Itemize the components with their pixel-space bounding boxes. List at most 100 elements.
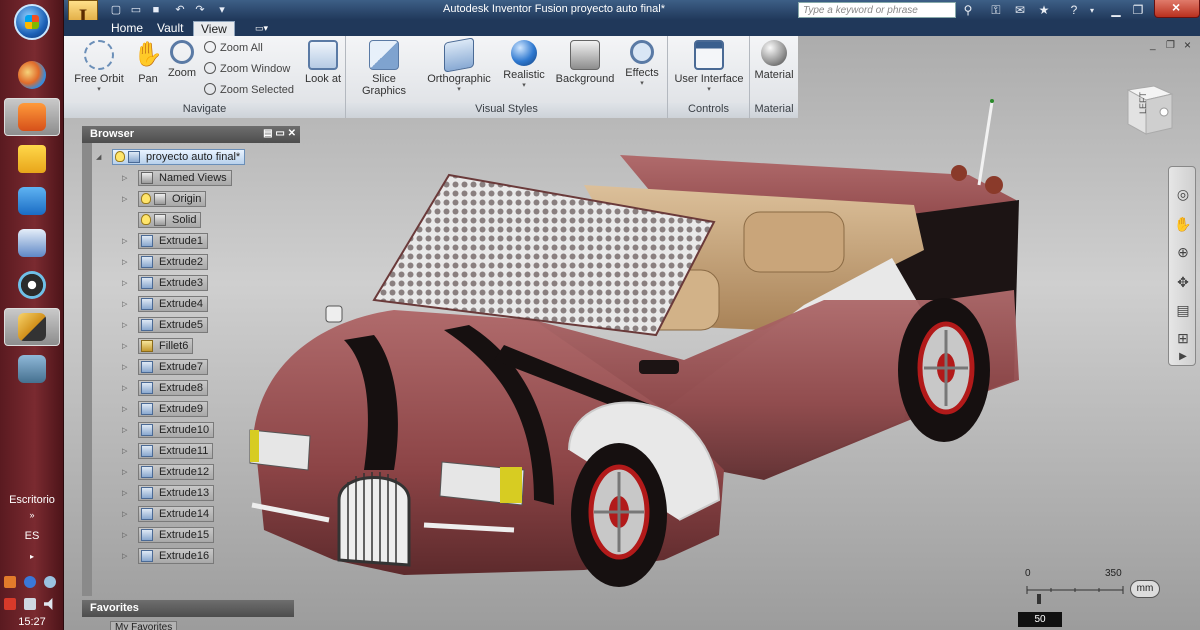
undo-icon[interactable]: ↶ — [172, 2, 188, 17]
tree-row[interactable]: ▷ Extrude14 — [122, 505, 215, 522]
tree-node[interactable]: Extrude8 — [138, 379, 209, 396]
expand-icon[interactable]: ▷ — [122, 531, 130, 539]
tree-row[interactable]: ▷ Extrude16 — [122, 547, 215, 564]
realistic-button[interactable]: Realistic ▾ — [500, 40, 548, 89]
browser-scrollbar[interactable] — [82, 143, 92, 596]
tree-row[interactable]: ▷ Extrude7 — [122, 358, 209, 375]
tree-row[interactable]: ▷ Extrude10 — [122, 421, 215, 438]
scanner-app-icon[interactable] — [4, 224, 60, 262]
desktop-label[interactable]: Escritorio — [0, 494, 64, 506]
expand-icon[interactable]: ▷ — [122, 321, 130, 329]
expand-icon[interactable]: ▷ — [122, 237, 130, 245]
paint-app-icon[interactable] — [4, 56, 60, 94]
tree-row[interactable]: ▷ Extrude3 — [122, 274, 209, 291]
tree-node[interactable]: Extrude14 — [138, 505, 215, 522]
tree-row[interactable]: ▷ Extrude4 — [122, 295, 209, 312]
tab-view[interactable]: View — [193, 21, 235, 36]
free-orbit-button[interactable]: Free Orbit ▾ — [72, 40, 126, 93]
visibility-bulb-icon[interactable] — [141, 193, 151, 204]
zoom-icon[interactable]: ⊕ — [1172, 241, 1194, 263]
expand-icon[interactable]: ▷ — [122, 552, 130, 560]
exchange-icon[interactable]: ✉ — [1012, 2, 1028, 18]
material-button[interactable]: Material — [752, 40, 796, 81]
expand-icon[interactable]: ▷ — [122, 489, 130, 497]
tray-warning-icon[interactable] — [4, 576, 16, 588]
favorites-item[interactable]: My Favorites — [110, 621, 178, 630]
tab-vault[interactable]: Vault — [150, 21, 190, 36]
tree-node[interactable]: Fillet6 — [138, 337, 194, 354]
orbit-nav-icon[interactable]: ✥ — [1172, 271, 1194, 293]
open-file-icon[interactable]: ▭ — [128, 2, 144, 17]
collapse-icon[interactable]: ◢ — [96, 153, 104, 161]
media-player-icon[interactable] — [4, 98, 60, 136]
tree-row[interactable]: ▷ Extrude15 — [122, 526, 215, 543]
zoom-window-button[interactable]: Zoom Window — [204, 62, 290, 75]
puzzle-app-icon[interactable] — [4, 140, 60, 178]
ribbon-display-toggle[interactable]: ▭▾ — [248, 21, 275, 36]
tree-node[interactable]: Extrude13 — [138, 484, 215, 501]
volume-icon[interactable] — [44, 598, 53, 610]
expand-icon[interactable]: ▷ — [122, 510, 130, 518]
pan-hand-icon[interactable]: ✋ — [1172, 213, 1194, 235]
expand-icon[interactable]: ▷ — [122, 174, 130, 182]
user-interface-button[interactable]: User Interface ▾ — [672, 40, 746, 93]
restore-button[interactable]: ❐ — [1130, 2, 1146, 18]
tree-node[interactable]: Extrude5 — [138, 316, 209, 333]
background-button[interactable]: Background — [554, 40, 616, 85]
steering-wheel-icon[interactable]: ◎ — [1172, 183, 1194, 205]
doc-close-icon[interactable]: × — [1184, 38, 1191, 52]
tree-node[interactable]: Solid — [138, 211, 202, 228]
pan-button[interactable]: ✋ Pan — [130, 40, 166, 85]
game-app-icon[interactable] — [4, 266, 60, 304]
key-icon[interactable]: ⚿ — [988, 2, 1004, 18]
look-at-button[interactable]: Look at — [302, 40, 344, 85]
qat-more-icon[interactable]: ▾ — [214, 2, 230, 17]
expand-icon[interactable]: ▷ — [122, 342, 130, 350]
minimize-button[interactable]: ▁ — [1108, 2, 1124, 18]
expand-icon[interactable]: ▷ — [122, 258, 130, 266]
expand-icon[interactable]: ▷ — [122, 300, 130, 308]
tree-node[interactable]: Extrude2 — [138, 253, 209, 270]
tree-node[interactable]: Extrude7 — [138, 358, 209, 375]
tree-node[interactable]: Extrude15 — [138, 526, 215, 543]
start-button[interactable] — [14, 4, 50, 40]
expand-icon[interactable]: ▷ — [122, 405, 130, 413]
tree-row[interactable]: ▷ Extrude12 — [122, 463, 215, 480]
help-icon[interactable]: ? — [1066, 2, 1082, 18]
doc-minimize-icon[interactable]: _ — [1150, 40, 1156, 51]
expand-icon[interactable]: ▷ — [122, 384, 130, 392]
help-dropdown-icon[interactable]: ▾ — [1084, 2, 1100, 18]
tree-node[interactable]: Extrude12 — [138, 463, 215, 480]
tree-row[interactable]: ▷ Extrude9 — [122, 400, 209, 417]
tree-row[interactable]: ▷ Extrude1 — [122, 232, 209, 249]
tree-node[interactable]: Origin — [138, 190, 207, 207]
expand-icon[interactable]: ▷ — [122, 447, 130, 455]
visibility-bulb-icon[interactable] — [141, 214, 151, 225]
tree-node[interactable]: Extrude16 — [138, 547, 215, 564]
inventor-fusion-app-icon[interactable] — [4, 308, 60, 346]
viewcube[interactable]: LEFT — [1120, 84, 1176, 136]
tree-row[interactable]: ▷ Origin — [122, 190, 207, 207]
zoom-selected-button[interactable]: Zoom Selected — [204, 83, 294, 96]
zoom-all-button[interactable]: Zoom All — [204, 41, 263, 54]
tree-row[interactable]: ▷ Extrude13 — [122, 484, 215, 501]
keyword-search-input[interactable]: Type a keyword or phrase — [798, 2, 956, 18]
tree-row[interactable]: ▷ Extrude2 — [122, 253, 209, 270]
language-indicator[interactable]: ES — [0, 530, 64, 542]
tree-node[interactable]: Extrude3 — [138, 274, 209, 291]
tree-node[interactable]: Extrude11 — [138, 442, 214, 459]
zoom-level-field[interactable]: 50 — [1018, 612, 1062, 627]
tree-node[interactable]: Extrude10 — [138, 421, 215, 438]
tree-node[interactable]: Extrude1 — [138, 232, 209, 249]
look-at-nav-icon[interactable]: ▤ — [1172, 299, 1194, 321]
visibility-bulb-icon[interactable] — [115, 151, 125, 162]
tree-root-row[interactable]: ◢ proyecto auto final* — [96, 148, 246, 165]
expand-icon[interactable]: ▷ — [122, 426, 130, 434]
tree-row[interactable]: ▷ Extrude8 — [122, 379, 209, 396]
network-app-icon[interactable] — [4, 182, 60, 220]
shooter-game-icon[interactable] — [4, 350, 60, 388]
star-icon[interactable]: ★ — [1036, 2, 1052, 18]
browser-pane-controls[interactable]: ▤ ▭ ✕ — [263, 128, 296, 139]
chevron-down-icon[interactable]: » — [0, 510, 64, 520]
tab-home[interactable]: Home — [104, 21, 150, 36]
